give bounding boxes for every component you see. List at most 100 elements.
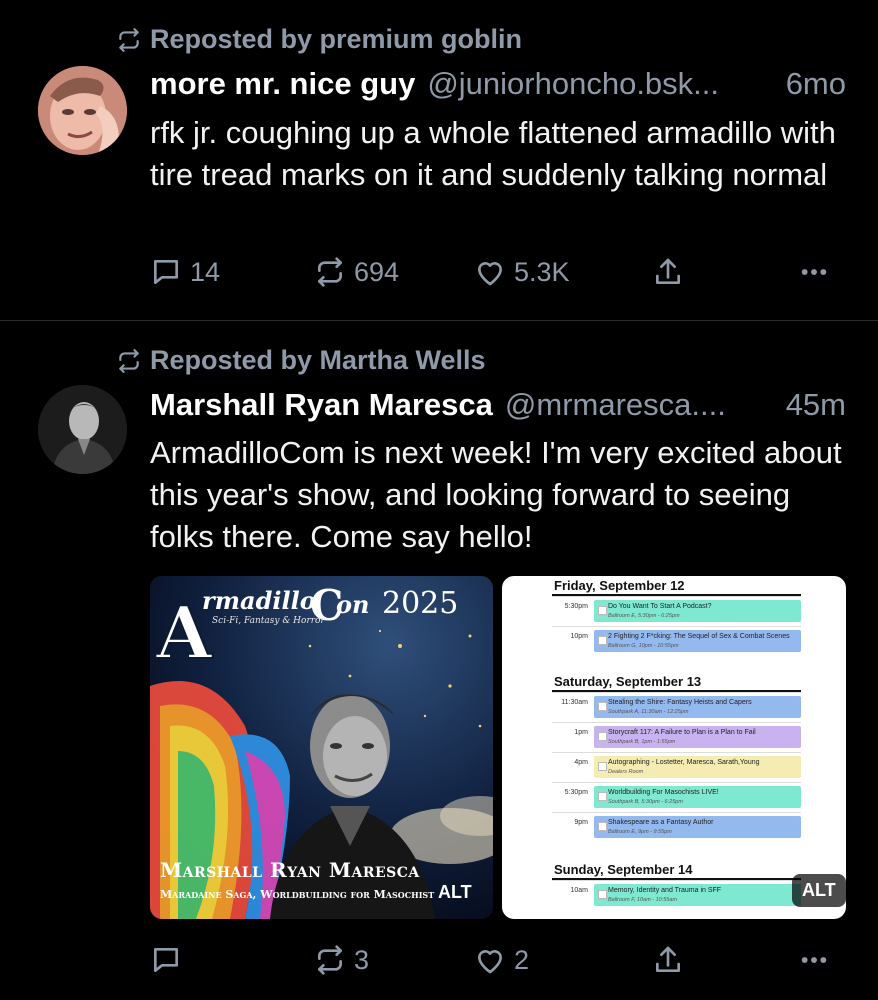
share-icon — [656, 946, 680, 972]
schedule-event-location: Ballroom F, 10am - 10:55am — [608, 897, 677, 903]
schedule-event-row: 10am Memory, Identity and Trauma in SFF Ba… — [552, 880, 801, 909]
schedule-day-heading: Saturday, September 13 — [554, 674, 702, 689]
schedule-event-box: Storycraft 117: A Failure to Plan is a P… — [594, 726, 801, 748]
avatar[interactable] — [38, 385, 127, 474]
post-text: rfk jr. coughing up a whole flattened ar… — [150, 115, 836, 192]
schedule-event-time: 10pm — [570, 633, 588, 640]
post-time[interactable]: 6mo — [776, 66, 846, 102]
schedule-event-time: 9pm — [574, 819, 588, 826]
media-image-schedule[interactable]: Friday, September 12 5:30pm Do You Want To… — [502, 576, 846, 919]
schedule-event-row: 4pm Autographing - Lostetter, Maresca, Sa… — [552, 752, 801, 781]
checkbox-icon — [598, 792, 607, 801]
repost-icon — [318, 945, 342, 975]
schedule-event-location: Southpark A, 11:30am - 12:25pm — [608, 709, 689, 715]
schedule-event-location: Ballroom G, 10pm - 10:55pm — [608, 643, 679, 649]
post-time[interactable]: 45m — [776, 387, 846, 423]
schedule-event-time: 1pm — [574, 729, 588, 736]
reply-button[interactable] — [150, 944, 190, 976]
schedule-event-row: 11:30am Stealing the Shire: Fantasy Heist… — [552, 692, 801, 721]
schedule-event-box: Stealing the Shire: Fantasy Heists and C… — [594, 696, 801, 718]
promo-logo-year: 2025 — [382, 586, 459, 621]
repost-button[interactable]: 694 — [314, 256, 399, 288]
post-text: ArmadilloCom is next week! I'm very exci… — [150, 435, 842, 554]
like-button[interactable]: 5.3K — [474, 256, 570, 288]
reply-button[interactable]: 14 — [150, 256, 220, 288]
avatar-image — [38, 66, 127, 155]
schedule-event-title: Stealing the Shire: Fantasy Heists and C… — [608, 699, 752, 706]
schedule-event-row: 9pm Shakespeare as a Fantasy Author Ballro… — [552, 812, 801, 841]
promo-logo-word2: on — [336, 590, 370, 619]
schedule-event-time: 4pm — [574, 759, 588, 766]
schedule-event-location: Southpark B, 1pm - 1:55pm — [608, 739, 676, 745]
schedule-event-row: 5:30pm Worldbuilding For Masochists LIVE!… — [552, 782, 801, 811]
schedule-event-row: 5:30pm Do You Want To Start A Podcast? Bal… — [552, 596, 801, 625]
post-1[interactable]: Reposted by premium goblin more mr. nice… — [0, 0, 878, 320]
checkbox-icon — [598, 890, 607, 899]
more-options-button[interactable] — [798, 256, 830, 288]
ellipsis-icon — [801, 269, 827, 275]
alt-text-badge[interactable]: ALT — [438, 882, 472, 903]
schedule-event-box: 2 Fighting 2 F*cking: The Sequel of Sex … — [594, 630, 801, 652]
schedule-event-location: Ballroom E, 5:30pm - 6:25pm — [608, 613, 680, 619]
schedule-event-row: 10pm 2 Fighting 2 F*cking: The Sequel of … — [552, 626, 801, 655]
schedule-event-location: Southpark B, 5:30pm - 6:25pm — [608, 799, 683, 805]
author-handle[interactable]: @juniorhoncho.bsk... — [427, 66, 719, 102]
schedule-content: Friday, September 12 5:30pm Do You Want To… — [502, 576, 846, 919]
promo-logo-subtitle: Sci-Fi, Fantasy & Horror — [212, 616, 325, 626]
schedule-event-title: Storycraft 117: A Failure to Plan is a P… — [608, 729, 756, 736]
checkbox-icon — [598, 606, 607, 615]
repost-icon — [119, 348, 139, 373]
reply-count: 14 — [190, 256, 221, 287]
repost-indicator[interactable]: Reposted by premium goblin — [116, 24, 522, 55]
schedule-event-title: Shakespeare as a Fantasy Author — [608, 819, 714, 826]
repost-count: 3 — [354, 944, 370, 975]
schedule-event-box: Memory, Identity and Trauma in SFF Ballro… — [594, 884, 801, 906]
schedule-event-location: Ballroom E, 9pm - 9:55pm — [608, 829, 672, 835]
promo-logo-word: rmadillo — [202, 586, 316, 615]
checkbox-icon — [598, 636, 607, 645]
alt-text-badge[interactable]: ALT — [792, 874, 846, 907]
schedule-event-row: 1pm Storycraft 117: A Failure to Plan is … — [552, 722, 801, 751]
share-button[interactable] — [652, 944, 684, 976]
schedule-event-title: 2 Fighting 2 F*cking: The Sequel of Sex … — [608, 633, 790, 640]
repost-icon — [318, 257, 342, 287]
schedule-event-box: Worldbuilding For Masochists LIVE! Southp… — [594, 786, 801, 808]
repost-count: 694 — [354, 256, 400, 287]
media-image-promo[interactable]: A C rmadillo on 2025 Sci-Fi, Fantasy & H… — [150, 576, 493, 919]
checkbox-icon — [598, 822, 607, 831]
like-count: 2 — [514, 944, 530, 975]
schedule-event-box: Shakespeare as a Fantasy Author Ballroom … — [594, 816, 801, 838]
schedule-event-time: 5:30pm — [564, 789, 588, 796]
avatar[interactable] — [38, 66, 127, 155]
promo-caption-sub: Maradaine Saga, Worldbuilding for Masoch… — [160, 888, 435, 901]
schedule-day-heading: Friday, September 12 — [554, 578, 685, 593]
schedule-event-box: Autographing - Lostetter, Maresca, Sarat… — [594, 756, 801, 778]
repost-indicator[interactable]: Reposted by Martha Wells — [116, 345, 486, 376]
author-name[interactable]: more mr. nice guy — [150, 66, 415, 102]
heart-icon — [478, 262, 502, 286]
checkbox-icon — [598, 732, 607, 741]
schedule-event-title: Worldbuilding For Masochists LIVE! — [608, 789, 719, 796]
schedule-event-time: 10am — [570, 887, 588, 894]
avatar-image — [38, 385, 127, 474]
share-button[interactable] — [652, 256, 684, 288]
schedule-event-title: Do You Want To Start A Podcast? — [608, 603, 712, 610]
like-button[interactable]: 2 — [474, 944, 529, 976]
schedule-event-title: Autographing - Lostetter, Maresca, Sarat… — [608, 759, 760, 766]
heart-icon — [478, 950, 502, 974]
schedule-event-time: 5:30pm — [564, 603, 588, 610]
schedule-event-title: Memory, Identity and Trauma in SFF — [608, 887, 722, 894]
schedule-event-time: 11:30am — [561, 699, 588, 706]
post-2[interactable]: Reposted by Martha Wells Marshall Ryan M… — [0, 321, 878, 1000]
ellipsis-icon — [801, 957, 827, 963]
repost-button[interactable]: 3 — [314, 944, 369, 976]
promo-caption-name: Marshall Ryan Maresca — [160, 858, 420, 882]
repost-label: Reposted by premium goblin — [150, 24, 523, 54]
author-handle[interactable]: @mrmaresca.... — [505, 387, 726, 423]
more-options-button[interactable] — [798, 944, 830, 976]
schedule-event-box: Do You Want To Start A Podcast? Ballroom … — [594, 600, 801, 622]
author-name[interactable]: Marshall Ryan Maresca — [150, 387, 493, 423]
reply-icon — [154, 948, 178, 972]
repost-label: Reposted by Martha Wells — [150, 345, 486, 375]
checkbox-icon — [598, 762, 607, 771]
